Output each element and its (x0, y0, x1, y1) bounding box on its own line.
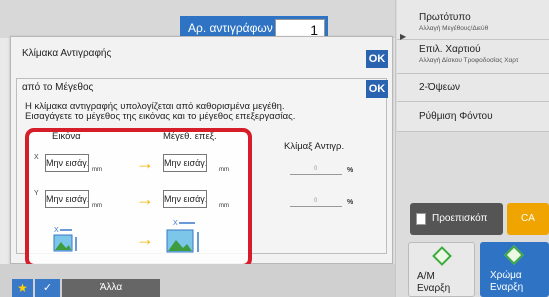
color-label: Χρώμα (490, 270, 522, 281)
output-column-header: Μέγεθ. επεξ. (163, 131, 217, 142)
image-x-input[interactable]: Μην εισάγ. (45, 154, 89, 172)
duplex-button[interactable]: 2-Όψεων (397, 74, 549, 102)
svg-text:X: X (54, 227, 59, 234)
image-column-header: Εικόνα (52, 131, 81, 142)
clear-all-button[interactable]: CA (507, 203, 549, 235)
background-button[interactable]: Ρύθμιση Φόντου (397, 102, 549, 132)
duplex-label: 2-Όψεων (419, 82, 461, 93)
ratio-x-value: 0 (314, 166, 318, 172)
ratio-column-header: Κλίμαξ Αντιγρ. (284, 141, 345, 152)
check-button[interactable]: ✓ (35, 279, 60, 297)
ok-button[interactable]: OK (366, 50, 388, 68)
bw-start-button[interactable]: Α/Μ Εναρξη (408, 242, 475, 297)
ratio-x-field[interactable] (290, 174, 342, 175)
original-subtitle: Αλλαγή Μεγέθους/Διεύθ (419, 25, 489, 32)
favorite-star-button[interactable]: ★ (12, 279, 33, 297)
description-line-2: Εισαγάγετε το μέγεθος της εικόνας και το… (25, 111, 296, 122)
preview-icon (416, 213, 426, 225)
output-x-input[interactable]: Μην εισάγ. (163, 154, 207, 172)
color-start-button[interactable]: Χρώμα Εναρξη (480, 242, 549, 297)
arrow-right-icon: → (136, 229, 154, 249)
original-button[interactable]: Πρωτότυπο Αλλαγή Μεγέθους/Διεύθ (397, 0, 549, 40)
bw-label: Α/Μ (417, 271, 435, 282)
image-y-input[interactable]: Μην εισάγ. (45, 190, 89, 208)
sub-dialog-title: από το Μέγεθος (22, 82, 94, 93)
other-button[interactable]: Άλλα (62, 279, 160, 297)
start-icon (504, 245, 524, 265)
paper-title: Επιλ. Χαρτιού (419, 44, 481, 55)
arrow-right-icon: → (136, 189, 154, 209)
unit-label: mm (219, 167, 229, 173)
svg-text:X: X (173, 220, 178, 227)
output-y-input[interactable]: Μην εισάγ. (163, 190, 207, 208)
background-label: Ρύθμιση Φόντου (419, 111, 493, 122)
output-size-icon: X (165, 218, 199, 253)
percent-label: % (347, 199, 354, 206)
paper-select-button[interactable]: Επιλ. Χαρτιού Αλλαγή Δίσκου Τροφοδοσίας … (397, 40, 549, 74)
start-icon (432, 246, 452, 266)
axis-x-label: X (34, 154, 39, 161)
percent-label: % (347, 167, 354, 174)
unit-label: mm (219, 203, 229, 209)
ratio-y-value: 0 (314, 198, 318, 204)
arrow-right-icon: → (136, 153, 154, 173)
axis-y-label: Y (34, 190, 39, 197)
dialog-title: Κλίμακα Αντιγραφής (22, 48, 112, 59)
ratio-y-field[interactable] (290, 206, 342, 207)
original-title: Πρωτότυπο (419, 12, 471, 23)
sub-ok-button[interactable]: OK (366, 80, 388, 98)
paper-subtitle: Αλλαγή Δίσκου Τροφοδοσίας Χαρτ (419, 57, 519, 64)
unit-label: mm (92, 167, 102, 173)
unit-label: mm (92, 203, 102, 209)
color-start-label: Εναρξη (490, 282, 524, 293)
bw-start-label: Εναρξη (417, 283, 451, 294)
image-size-icon: X (52, 225, 77, 252)
